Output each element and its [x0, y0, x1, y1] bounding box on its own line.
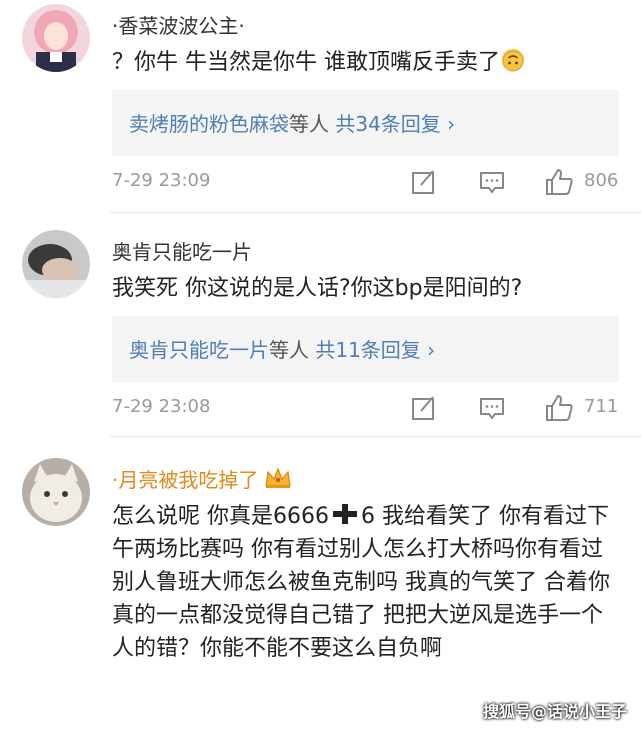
avatar-image-girl [22, 4, 90, 72]
thumb-up-icon[interactable] [544, 394, 574, 422]
reply-connector: 等人 [289, 112, 329, 136]
avatar-image-cat [22, 458, 90, 526]
username-text[interactable]: ·月亮被我吃掉了 [112, 468, 258, 492]
edit-icon[interactable] [411, 168, 437, 196]
comment-meta: 7-29 23:08 711 [0, 394, 641, 424]
timestamp: 7-29 23:08 [112, 396, 211, 417]
username[interactable]: ·月亮被我吃掉了 [112, 464, 292, 493]
reply-count-link[interactable]: 共11条回复 [315, 338, 427, 362]
avatar[interactable] [22, 4, 90, 72]
reply-summary-text: 奥肯只能吃一片等人 共11条回复 › [129, 334, 435, 363]
crown-icon [265, 467, 292, 488]
username[interactable]: ·香菜波波公主· [112, 10, 245, 39]
avatar-image-sleeping [22, 230, 90, 298]
comment-text: ？你牛 牛当然是你牛 谁敢顶嘴反手卖了 [112, 46, 617, 79]
timestamp: 7-29 23:09 [112, 170, 211, 191]
comment-icon[interactable] [478, 168, 506, 196]
comment-meta: 7-29 23:09 806 [0, 168, 641, 198]
comment-text: 怎么说呢 你真是6666 6 我给看笑了 你有看过下午两场比赛吗 你有看过别人怎么… [112, 500, 617, 665]
watermark: 搜狐号@话说小王子 [482, 702, 627, 721]
upside-down-face-emoji [502, 49, 524, 72]
username[interactable]: 奥肯只能吃一片 [112, 236, 252, 265]
avatar[interactable] [22, 458, 90, 526]
thumb-up-icon[interactable] [544, 168, 574, 196]
reply-author-link[interactable]: 卖烤肠的粉色麻袋 [129, 112, 289, 136]
divider [110, 436, 641, 437]
edit-icon[interactable] [411, 394, 437, 422]
comment-text-content: ？你牛 牛当然是你牛 谁敢顶嘴反手卖了 [112, 50, 500, 75]
heavy-plus-emoji [332, 504, 357, 524]
reply-count-link[interactable]: 共34条回复 [335, 112, 447, 136]
like-count: 806 [584, 170, 619, 191]
reply-connector: 等人 [269, 338, 309, 362]
like-count: 711 [584, 396, 619, 417]
comment-text-part1: 怎么说呢 你真是6666 [112, 504, 329, 529]
chevron-right-icon: › [447, 112, 456, 136]
comment-text: 我笑死 你这说的是人话?你这bp是阳间的? [112, 276, 523, 301]
reply-summary[interactable]: 卖烤肠的粉色麻袋等人 共34条回复 › [112, 90, 619, 156]
divider [110, 212, 641, 213]
reply-summary[interactable]: 奥肯只能吃一片等人 共11条回复 › [112, 316, 619, 382]
comment-icon[interactable] [478, 394, 506, 422]
avatar[interactable] [22, 230, 90, 298]
reply-summary-text: 卖烤肠的粉色麻袋等人 共34条回复 › [129, 108, 455, 137]
reply-author-link[interactable]: 奥肯只能吃一片 [129, 338, 269, 362]
chevron-right-icon: › [427, 338, 436, 362]
